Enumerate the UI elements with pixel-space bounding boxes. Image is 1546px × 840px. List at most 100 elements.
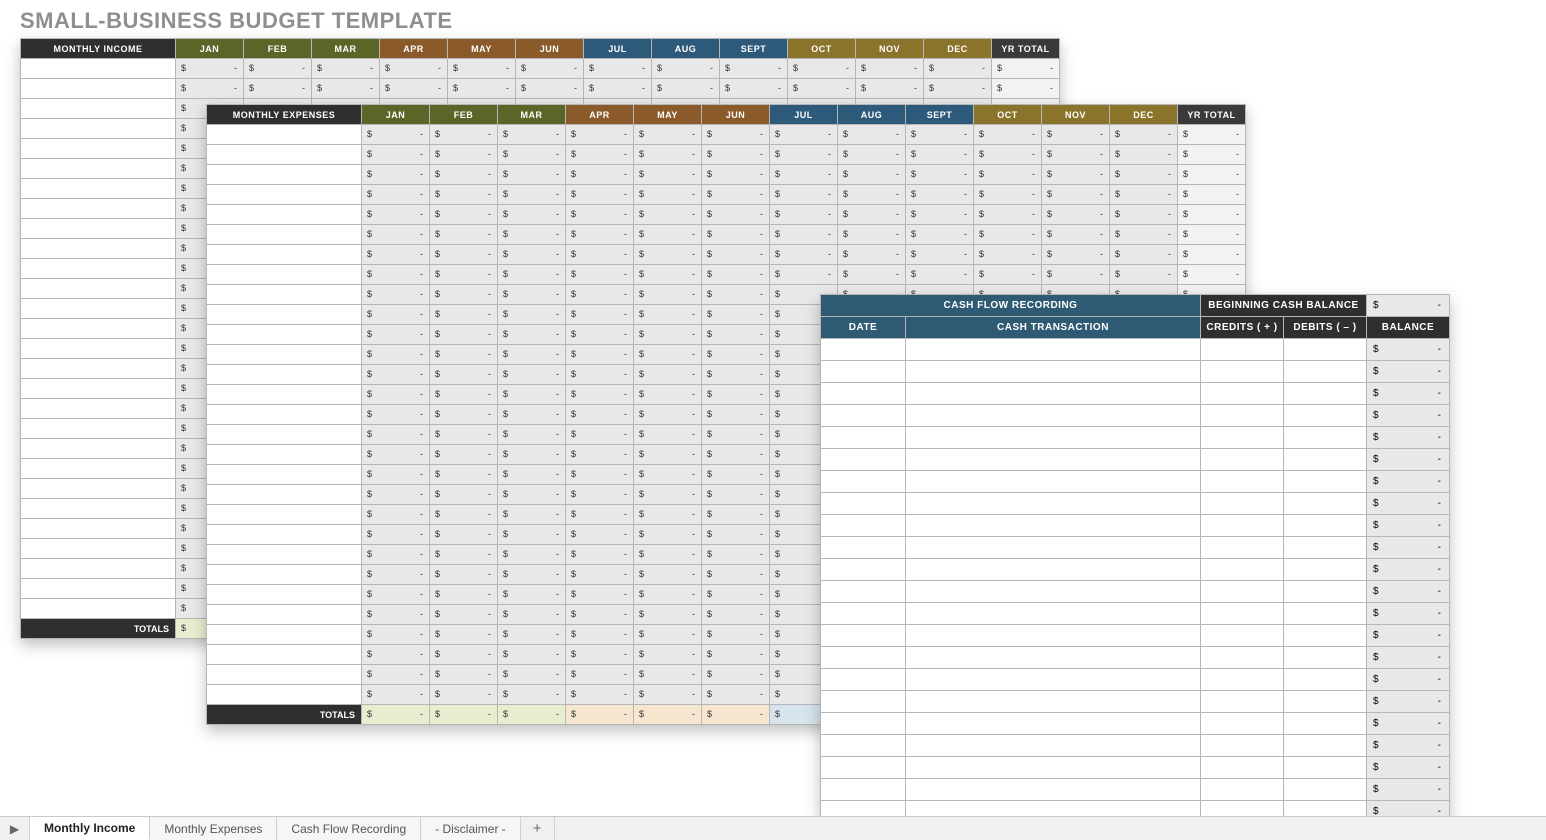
data-cell[interactable]: $-	[498, 665, 566, 685]
date-cell[interactable]	[821, 735, 906, 757]
data-cell[interactable]: $-	[362, 345, 430, 365]
data-cell[interactable]: $-	[1042, 165, 1110, 185]
data-cell[interactable]: $-	[974, 265, 1042, 285]
month-header-dec[interactable]: DEC	[1110, 105, 1178, 125]
date-cell[interactable]	[821, 603, 906, 625]
data-cell[interactable]: $-	[856, 79, 924, 99]
debits-cell[interactable]	[1284, 647, 1367, 669]
data-cell[interactable]: $-	[566, 125, 634, 145]
sheet-tab-monthly-expenses[interactable]: Monthly Expenses	[150, 817, 277, 840]
date-cell[interactable]	[821, 625, 906, 647]
data-cell[interactable]: $-	[362, 145, 430, 165]
data-cell[interactable]: $-	[176, 79, 244, 99]
transaction-cell[interactable]	[906, 405, 1201, 427]
data-cell[interactable]: $-	[566, 605, 634, 625]
data-cell[interactable]: $-	[906, 125, 974, 145]
date-cell[interactable]	[821, 383, 906, 405]
month-header-jun[interactable]: JUN	[702, 105, 770, 125]
data-cell[interactable]: $-	[244, 59, 312, 79]
month-header-sept[interactable]: SEPT	[720, 39, 788, 59]
data-cell[interactable]: $-	[362, 305, 430, 325]
data-cell[interactable]: $-	[702, 645, 770, 665]
category-cell[interactable]	[21, 559, 176, 579]
data-cell[interactable]: $-	[906, 145, 974, 165]
category-cell[interactable]	[21, 459, 176, 479]
data-cell[interactable]: $-	[720, 79, 788, 99]
data-cell[interactable]: $-	[566, 485, 634, 505]
credits-cell[interactable]	[1201, 603, 1284, 625]
data-cell[interactable]: $-	[448, 59, 516, 79]
debits-cell[interactable]	[1284, 405, 1367, 427]
data-cell[interactable]: $-	[702, 505, 770, 525]
data-cell[interactable]: $-	[362, 405, 430, 425]
data-cell[interactable]: $-	[430, 385, 498, 405]
transaction-cell[interactable]	[906, 339, 1201, 361]
data-cell[interactable]: $-	[362, 685, 430, 705]
date-cell[interactable]	[821, 493, 906, 515]
data-cell[interactable]: $-	[362, 485, 430, 505]
credits-cell[interactable]	[1201, 581, 1284, 603]
date-cell[interactable]	[821, 581, 906, 603]
category-cell[interactable]	[21, 479, 176, 499]
data-cell[interactable]: $-	[430, 505, 498, 525]
data-cell[interactable]: $-	[498, 625, 566, 645]
category-cell[interactable]	[21, 399, 176, 419]
category-cell[interactable]	[207, 605, 362, 625]
data-cell[interactable]: $-	[702, 585, 770, 605]
data-cell[interactable]: $-	[634, 525, 702, 545]
data-cell[interactable]: $-	[770, 245, 838, 265]
data-cell[interactable]: $-	[906, 185, 974, 205]
data-cell[interactable]: $-	[498, 645, 566, 665]
debits-cell[interactable]	[1284, 669, 1367, 691]
data-cell[interactable]: $-	[634, 505, 702, 525]
category-cell[interactable]	[21, 379, 176, 399]
debits-cell[interactable]	[1284, 537, 1367, 559]
data-cell[interactable]: $-	[362, 185, 430, 205]
data-cell[interactable]: $-	[362, 545, 430, 565]
data-cell[interactable]: $-	[906, 265, 974, 285]
data-cell[interactable]: $-	[634, 265, 702, 285]
data-cell[interactable]: $-	[702, 185, 770, 205]
data-cell[interactable]: $-	[634, 145, 702, 165]
data-cell[interactable]: $-	[430, 585, 498, 605]
data-cell[interactable]: $-	[362, 625, 430, 645]
data-cell[interactable]: $-	[430, 545, 498, 565]
data-cell[interactable]: $-	[702, 385, 770, 405]
data-cell[interactable]: $-	[498, 305, 566, 325]
category-cell[interactable]	[207, 405, 362, 425]
data-cell[interactable]: $-	[634, 565, 702, 585]
data-cell[interactable]: $-	[652, 59, 720, 79]
month-header-feb[interactable]: FEB	[244, 39, 312, 59]
debits-cell[interactable]	[1284, 559, 1367, 581]
data-cell[interactable]: $-	[362, 645, 430, 665]
credits-cell[interactable]	[1201, 383, 1284, 405]
category-cell[interactable]	[207, 225, 362, 245]
data-cell[interactable]: $-	[634, 445, 702, 465]
data-cell[interactable]: $-	[1042, 205, 1110, 225]
data-cell[interactable]: $-	[584, 79, 652, 99]
data-cell[interactable]: $-	[702, 625, 770, 645]
data-cell[interactable]: $-	[1042, 225, 1110, 245]
data-cell[interactable]: $-	[430, 285, 498, 305]
data-cell[interactable]: $-	[634, 245, 702, 265]
data-cell[interactable]: $-	[702, 125, 770, 145]
data-cell[interactable]: $-	[566, 145, 634, 165]
data-cell[interactable]: $-	[498, 565, 566, 585]
data-cell[interactable]: $-	[1110, 225, 1178, 245]
category-cell[interactable]	[21, 139, 176, 159]
data-cell[interactable]: $-	[430, 625, 498, 645]
data-cell[interactable]: $-	[498, 425, 566, 445]
month-header-dec[interactable]: DEC	[924, 39, 992, 59]
credits-cell[interactable]	[1201, 339, 1284, 361]
data-cell[interactable]: $-	[974, 165, 1042, 185]
month-header-oct[interactable]: OCT	[788, 39, 856, 59]
data-cell[interactable]: $-	[924, 59, 992, 79]
transaction-cell[interactable]	[906, 559, 1201, 581]
month-header-mar[interactable]: MAR	[312, 39, 380, 59]
data-cell[interactable]: $-	[770, 205, 838, 225]
transaction-cell[interactable]	[906, 471, 1201, 493]
data-cell[interactable]: $-	[634, 405, 702, 425]
date-cell[interactable]	[821, 427, 906, 449]
beginning-balance-value[interactable]: $-	[1367, 295, 1450, 317]
data-cell[interactable]: $-	[770, 265, 838, 285]
